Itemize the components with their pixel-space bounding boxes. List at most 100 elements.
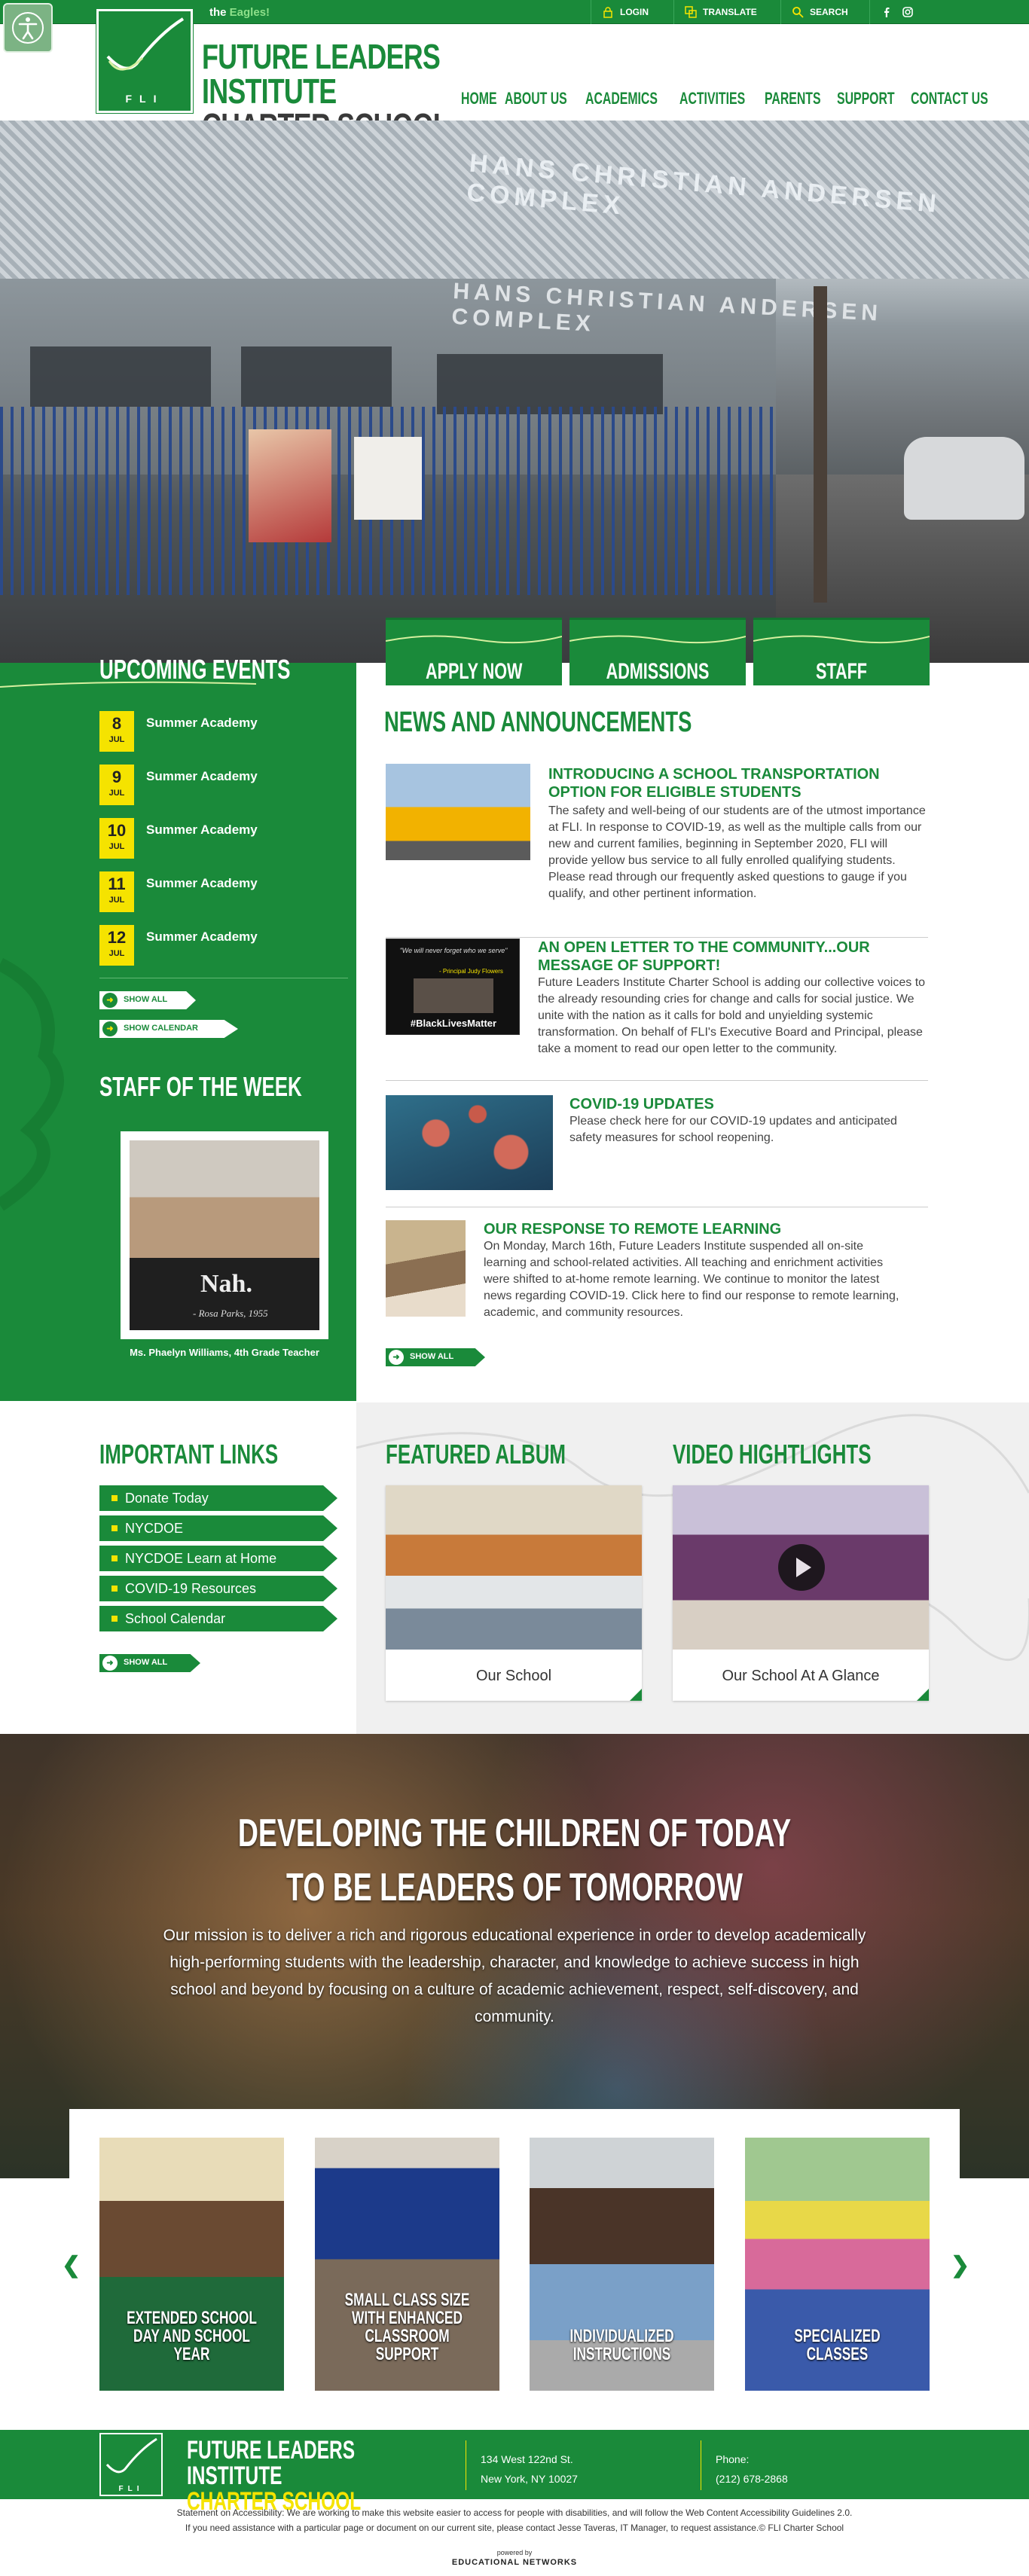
apply-now-button[interactable]: APPLY NOW [386, 618, 562, 685]
tree [814, 286, 827, 603]
nav-about-us[interactable]: ABOUT US [505, 89, 567, 108]
staff-caption: Ms. Phaelyn Williams, 4th Grade Teacher [130, 1347, 319, 1358]
news-item[interactable]: "We will never forget who we serve" - Pr… [386, 939, 928, 1081]
accessibility-icon [12, 12, 44, 44]
title-swoosh-icon [0, 681, 256, 688]
social-links [869, 0, 924, 24]
footer-school-name: FUTURE LEADERS INSTITUTE CHARTER SCHOOL [187, 2436, 362, 2516]
login-link[interactable]: LOGIN [591, 0, 659, 24]
links-show-all-button[interactable]: ➜ SHOW ALL [99, 1654, 200, 1672]
window [241, 346, 392, 407]
link-nycdoe-learn-at-home[interactable]: NYCDOE Learn at Home [99, 1546, 337, 1571]
event-date: 8 JUL [99, 711, 134, 752]
search-link[interactable]: SEARCH [780, 0, 859, 24]
swoosh-icon [753, 635, 930, 644]
carousel-prev-arrow-icon[interactable]: ❮ [62, 2252, 81, 2278]
nav-contact-us[interactable]: CONTACT US [911, 89, 988, 108]
event-date: 11 JUL [99, 871, 134, 912]
news-item[interactable]: INTRODUCING A SCHOOL TRANSPORTATION OPTI… [386, 764, 928, 938]
feature-card[interactable]: EXTENDED SCHOOL DAY AND SCHOOL YEAR [99, 2138, 284, 2391]
logo-swoosh-icon [105, 2437, 157, 2474]
link-nycdoe[interactable]: NYCDOE [99, 1515, 337, 1541]
arrow-right-icon: ➜ [102, 1656, 118, 1671]
album-photo [386, 1485, 642, 1650]
hero-image: HANS CHRISTIAN ANDERSEN COMPLEX HANS CHR… [0, 121, 1029, 663]
news-item[interactable]: COVID-19 UPDATES Please check here for o… [386, 1095, 928, 1207]
featured-album-title: FEATURED ALBUM [386, 1439, 566, 1470]
arrow-right-icon: ➜ [102, 1021, 118, 1036]
school-logo[interactable]: FLI [96, 9, 193, 113]
window [437, 354, 663, 414]
important-links-title: IMPORTANT LINKS [99, 1439, 279, 1470]
remote-learning-image [386, 1220, 466, 1317]
banner-poster [249, 429, 331, 542]
arrow-right-icon: ➜ [389, 1350, 404, 1365]
news-show-all-button[interactable]: ➜ SHOW ALL [386, 1348, 485, 1366]
staff-directory-button[interactable]: STAFF DIRECTORY [753, 618, 930, 710]
corner-accent [917, 1689, 929, 1701]
mission-title: DEVELOPING THE CHILDREN OF TODAY TO BE L… [237, 1811, 792, 1909]
logo-swoosh-icon [106, 17, 185, 71]
arrow-right-icon: ➜ [102, 993, 118, 1008]
event-item[interactable]: 10 JUL Summer Academy [99, 818, 340, 863]
main-navigation: HOME ABOUT US ACADEMICS ACTIVITIES PAREN… [461, 89, 1002, 108]
corner-accent [630, 1689, 642, 1701]
show-calendar-button[interactable]: ➜ SHOW CALENDAR [99, 1020, 238, 1038]
video-thumbnail [673, 1485, 929, 1650]
school-bus-image [386, 764, 530, 860]
footer-address: 134 West 122nd St. New York, NY 10027 [481, 2453, 578, 2485]
event-date: 12 JUL [99, 925, 134, 966]
play-button-icon[interactable] [778, 1544, 825, 1591]
events-show-all-button[interactable]: ➜ SHOW ALL [99, 991, 196, 1009]
carousel-next-arrow-icon[interactable]: ❯ [951, 2252, 969, 2278]
video-highlights-title: VIDEO HIGHTLIGHTS [673, 1439, 872, 1470]
event-item[interactable]: 8 JUL Summer Academy [99, 711, 340, 756]
lock-icon [603, 7, 612, 18]
staff-of-week-title: STAFF OF THE WEEK [99, 1071, 302, 1102]
divider [386, 937, 928, 938]
accessibility-widget-button[interactable] [3, 3, 53, 53]
news-item[interactable]: OUR RESPONSE TO REMOTE LEARNING On Monda… [386, 1220, 928, 1321]
news-title: NEWS AND ANNOUNCEMENTS [384, 707, 692, 738]
nav-home[interactable]: HOME [461, 89, 497, 108]
event-item[interactable]: 11 JUL Summer Academy [99, 871, 340, 917]
link-donate-today[interactable]: Donate Today [99, 1485, 337, 1511]
featured-album-card[interactable]: Our School [386, 1485, 642, 1701]
staff-photo[interactable]: Nah. - Rosa Parks, 1955 [121, 1131, 328, 1339]
event-item[interactable]: 12 JUL Summer Academy [99, 925, 340, 970]
footer-logo[interactable]: FLI [99, 2433, 163, 2496]
swoosh-icon [386, 635, 562, 644]
event-date: 10 JUL [99, 818, 134, 859]
link-school-calendar[interactable]: School Calendar [99, 1606, 337, 1631]
feature-card[interactable]: SMALL CLASS SIZE WITH ENHANCED CLASSROOM… [315, 2138, 499, 2391]
footer-phone: Phone: (212) 678-2868 [716, 2453, 788, 2485]
translate-icon [685, 6, 697, 18]
translate-link[interactable]: TRANSLATE [673, 0, 768, 24]
staff-photo-image: Nah. - Rosa Parks, 1955 [130, 1140, 319, 1330]
accessibility-statement: Statement on Accessibility: We are worki… [176, 2507, 853, 2533]
window [30, 346, 211, 407]
nav-parents[interactable]: PARENTS [765, 89, 821, 108]
video-highlights-card[interactable]: Our School At A Glance [673, 1485, 929, 1701]
instagram-icon[interactable] [902, 6, 914, 18]
nav-activities[interactable]: ACTIVITIES [679, 89, 745, 108]
feature-card[interactable]: SPECIALIZED CLASSES [745, 2138, 930, 2391]
photo-thumbnail [414, 978, 493, 1013]
nav-academics[interactable]: ACADEMICS [585, 89, 658, 108]
link-covid-resources[interactable]: COVID-19 Resources [99, 1576, 337, 1601]
feature-card[interactable]: INDIVIDUALIZED INSTRUCTIONS [530, 2138, 714, 2391]
search-icon [792, 7, 804, 18]
tagline: the Eagles! [209, 6, 270, 19]
parked-car [904, 437, 1024, 520]
facebook-icon[interactable] [881, 6, 893, 18]
black-lives-matter-image: "We will never forget who we serve" - Pr… [386, 939, 520, 1035]
mission-statement: Our mission is to deliver a rich and rig… [163, 1927, 866, 2025]
admissions-button[interactable]: ADMISSIONS [569, 618, 746, 685]
event-item[interactable]: 9 JUL Summer Academy [99, 765, 340, 810]
coronavirus-image [386, 1095, 553, 1190]
event-date: 9 JUL [99, 765, 134, 805]
nav-support[interactable]: SUPPORT [837, 89, 895, 108]
swoosh-icon [569, 635, 746, 644]
educational-networks-logo[interactable]: EDUCATIONAL NETWORKS [0, 2558, 1029, 2567]
divider [386, 1080, 928, 1081]
